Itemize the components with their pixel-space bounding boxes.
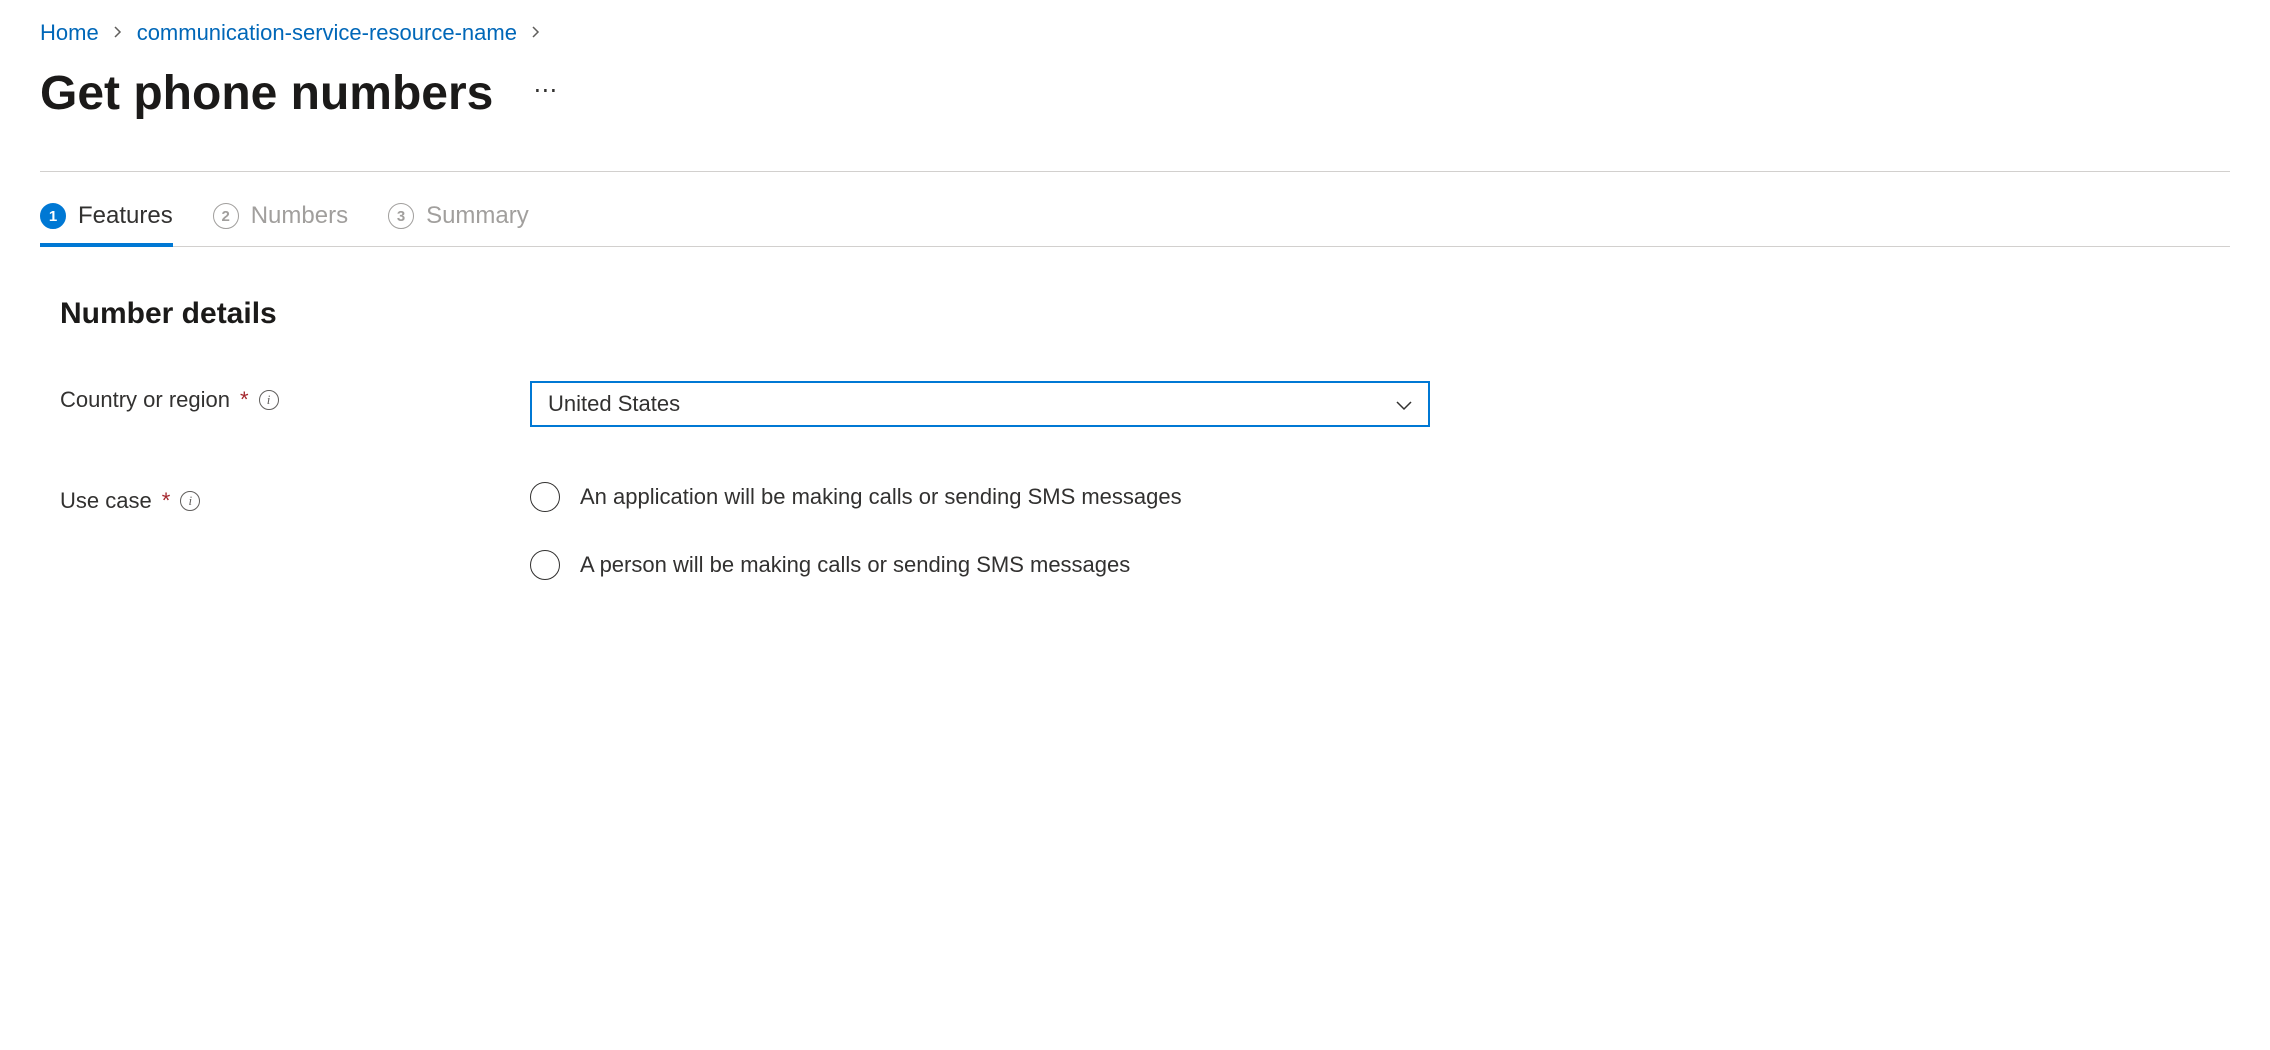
tab-label: Summary: [426, 202, 529, 230]
form-label-country: Country or region * i: [60, 381, 530, 413]
radio-label: An application will be making calls or s…: [580, 484, 1182, 510]
radio-icon: [530, 482, 560, 512]
radio-label: A person will be making calls or sending…: [580, 552, 1130, 578]
section-title: Number details: [60, 297, 2210, 331]
tab-step-badge: 1: [40, 203, 66, 229]
usecase-radio-group: An application will be making calls or s…: [530, 482, 1430, 580]
tab-label: Numbers: [251, 202, 348, 230]
breadcrumb-resource[interactable]: communication-service-resource-name: [137, 20, 517, 46]
radio-icon: [530, 550, 560, 580]
form-row-country: Country or region * i United States: [60, 381, 2210, 427]
tab-features[interactable]: 1 Features: [40, 202, 173, 246]
usecase-radio-person[interactable]: A person will be making calls or sending…: [530, 550, 1430, 580]
chevron-right-icon: [113, 23, 123, 44]
chevron-down-icon: [1396, 391, 1412, 417]
section-number-details: Number details Country or region * i Uni…: [40, 247, 2230, 655]
label-text: Use case: [60, 488, 152, 514]
chevron-right-icon: [531, 23, 541, 44]
tab-step-badge: 3: [388, 203, 414, 229]
tab-label: Features: [78, 202, 173, 230]
tab-numbers[interactable]: 2 Numbers: [213, 202, 348, 246]
country-dropdown[interactable]: United States: [530, 381, 1430, 427]
form-label-usecase: Use case * i: [60, 482, 530, 514]
tab-step-badge: 2: [213, 203, 239, 229]
page-header: Get phone numbers ⋯: [40, 66, 2230, 121]
tab-summary[interactable]: 3 Summary: [388, 202, 529, 246]
usecase-radio-application[interactable]: An application will be making calls or s…: [530, 482, 1430, 512]
dropdown-value: United States: [548, 391, 680, 417]
page-title: Get phone numbers: [40, 66, 493, 121]
required-indicator: *: [240, 387, 249, 413]
info-icon[interactable]: i: [180, 491, 200, 511]
breadcrumb: Home communication-service-resource-name: [40, 20, 2230, 46]
info-icon[interactable]: i: [259, 390, 279, 410]
label-text: Country or region: [60, 387, 230, 413]
breadcrumb-home[interactable]: Home: [40, 20, 99, 46]
required-indicator: *: [162, 488, 171, 514]
form-row-usecase: Use case * i An application will be maki…: [60, 482, 2210, 580]
tabs: 1 Features 2 Numbers 3 Summary: [40, 172, 2230, 247]
more-actions-icon[interactable]: ⋯: [533, 76, 559, 111]
